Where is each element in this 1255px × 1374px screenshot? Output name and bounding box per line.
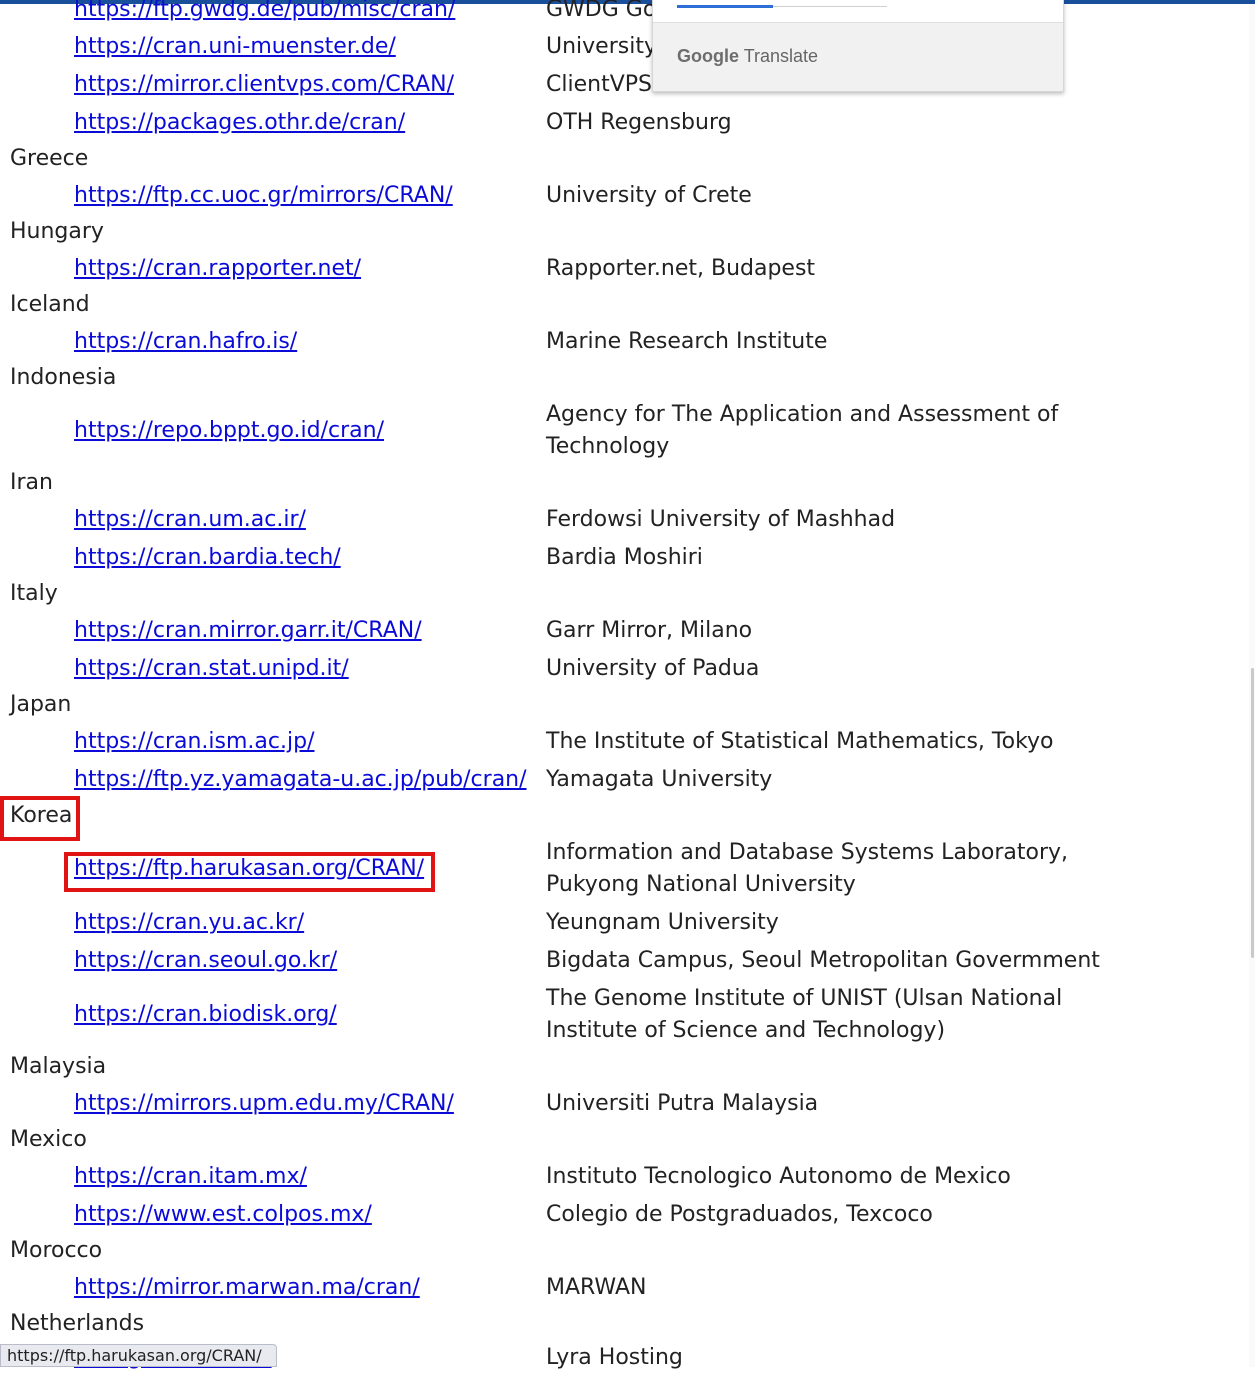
- mirror-link[interactable]: https://cran.ism.ac.jp/: [74, 726, 314, 758]
- mirror-host-name: Yeungnam University: [546, 910, 779, 935]
- country-heading: Iceland: [10, 292, 90, 317]
- translate-tab-indicator[interactable]: [773, 6, 887, 7]
- mirror-link[interactable]: https://cran.stat.unipd.it/: [74, 653, 349, 685]
- translate-popup-header: [653, 0, 1063, 23]
- mirror-link[interactable]: https://cran.yu.ac.kr/: [74, 907, 304, 939]
- mirror-link[interactable]: https://cran.biodisk.org/: [74, 999, 337, 1031]
- mirror-link[interactable]: https://cran.seoul.go.kr/: [74, 945, 337, 977]
- mirror-link[interactable]: https://www.est.colpos.mx/: [74, 1199, 372, 1231]
- mirror-host-name: Agency for The Application and Assessmen…: [546, 402, 1059, 459]
- mirror-host-name: Colegio de Postgraduados, Texcoco: [546, 1202, 933, 1227]
- country-heading: Morocco: [10, 1238, 103, 1263]
- country-heading: Hungary: [10, 219, 104, 244]
- mirror-host-name: OTH Regensburg: [546, 110, 732, 135]
- mirror-host-name: Yamagata University: [546, 767, 773, 792]
- mirror-link[interactable]: https://ftp.cc.uoc.gr/mirrors/CRAN/: [74, 180, 453, 212]
- google-translate-popup[interactable]: Google Translate: [652, 0, 1064, 92]
- country-heading: Iran: [10, 470, 53, 495]
- mirror-link[interactable]: https://cran.rapporter.net/: [74, 253, 361, 285]
- mirror-link[interactable]: https://mirror.marwan.ma/cran/: [74, 1272, 420, 1304]
- mirror-link[interactable]: https://cran.itam.mx/: [74, 1161, 307, 1193]
- mirror-link[interactable]: https://ftp.yz.yamagata-u.ac.jp/pub/cran…: [74, 764, 527, 796]
- country-heading: Greece: [10, 146, 89, 171]
- mirror-host-name: Marine Research Institute: [546, 329, 828, 354]
- google-logo-text: Google: [677, 46, 739, 66]
- mirror-link[interactable]: https://packages.othr.de/cran/: [74, 107, 405, 139]
- link-status-bar: https://ftp.harukasan.org/CRAN/: [0, 1344, 277, 1367]
- mirror-link[interactable]: https://cran.bardia.tech/: [74, 542, 341, 574]
- mirror-host-name: The Institute of Statistical Mathematics…: [546, 729, 1054, 754]
- mirror-host-name: Garr Mirror, Milano: [546, 618, 753, 643]
- cran-mirror-list: https://ftp.gwdg.de/pub/misc/cran/GWDG G…: [0, 0, 1240, 1370]
- mirror-host-name: University of Padua: [546, 656, 760, 681]
- country-heading: Mexico: [10, 1127, 87, 1152]
- country-heading: Italy: [10, 581, 58, 606]
- translate-tab-indicator-active[interactable]: [677, 5, 773, 8]
- mirror-host-name: Information and Database Systems Laborat…: [546, 840, 1069, 897]
- mirror-link[interactable]: https://cran.mirror.garr.it/CRAN/: [74, 615, 422, 647]
- scrollbar-thumb[interactable]: [1251, 668, 1254, 958]
- mirror-host-name: Rapporter.net, Budapest: [546, 256, 816, 281]
- mirror-link[interactable]: https://cran.um.ac.ir/: [74, 504, 306, 536]
- mirror-host-name: Instituto Tecnologico Autonomo de Mexico: [546, 1164, 1011, 1189]
- mirror-host-name: Lyra Hosting: [546, 1345, 683, 1370]
- country-heading: Malaysia: [10, 1054, 107, 1079]
- mirror-link[interactable]: https://mirror.clientvps.com/CRAN/: [74, 69, 454, 101]
- mirror-link[interactable]: https://cran.uni-muenster.de/: [74, 31, 396, 63]
- highlight-box-harukasan: [64, 852, 435, 892]
- country-heading: Netherlands: [10, 1311, 145, 1336]
- country-heading: Indonesia: [10, 365, 117, 390]
- mirror-link[interactable]: https://cran.hafro.is/: [74, 326, 297, 358]
- translate-logo-text: Translate: [743, 46, 819, 66]
- mirror-host-name: Bigdata Campus, Seoul Metropolitan Gover…: [546, 948, 1100, 973]
- mirror-link[interactable]: https://repo.bppt.go.id/cran/: [74, 415, 384, 447]
- google-translate-brand: Google Translate: [677, 45, 818, 67]
- mirror-host-name: University of Crete: [546, 183, 752, 208]
- mirror-host-name: The Genome Institute of UNIST (Ulsan Nat…: [546, 986, 1063, 1043]
- highlight-box-korea: [0, 796, 80, 841]
- status-bar-url: https://ftp.harukasan.org/CRAN/: [7, 1346, 262, 1365]
- mirror-host-name: Bardia Moshiri: [546, 545, 703, 570]
- mirror-host-name: Ferdowsi University of Mashhad: [546, 507, 896, 532]
- mirror-host-name: Universiti Putra Malaysia: [546, 1091, 819, 1116]
- mirror-host-name: MARWAN: [546, 1275, 647, 1300]
- country-heading: Japan: [10, 692, 72, 717]
- mirror-link[interactable]: https://ftp.gwdg.de/pub/misc/cran/: [74, 0, 455, 26]
- mirror-link[interactable]: https://mirrors.upm.edu.my/CRAN/: [74, 1088, 454, 1120]
